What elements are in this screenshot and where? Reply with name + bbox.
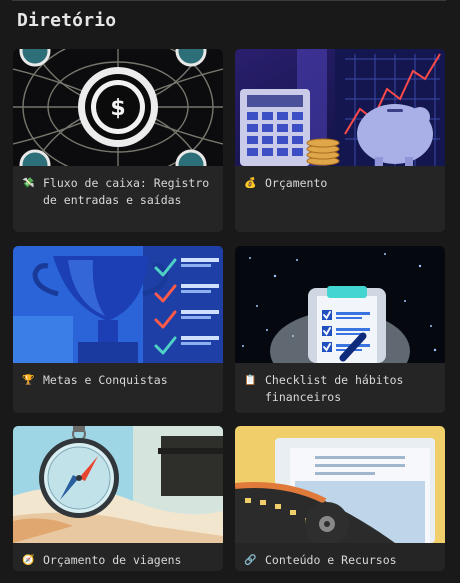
top-divider	[12, 0, 446, 1]
card-cover-image	[13, 246, 223, 363]
card-cover-image	[235, 246, 445, 363]
card-title: Fluxo de caixa: Registro de entradas e s…	[43, 176, 210, 207]
svg-text:$: $	[110, 96, 125, 121]
page-title: Diretório	[17, 10, 117, 31]
card-cover-image	[235, 426, 445, 543]
card-goals[interactable]: 🏆 Metas e Conquistas	[13, 246, 223, 413]
money-bag-icon: 💰	[244, 178, 257, 189]
card-budget[interactable]: 💰 Orçamento	[235, 49, 445, 232]
card-content-resources[interactable]: 🔗 Conteúdo e Recursos	[235, 426, 445, 571]
link-icon: 🔗	[244, 555, 257, 566]
card-cover-image: $	[13, 49, 223, 166]
clipboard-icon: 📋	[244, 375, 257, 386]
card-travel-budget[interactable]: 🧭 Orçamento de viagens	[13, 426, 223, 571]
card-cash-flow[interactable]: $ 💸 Fluxo de caixa: Registro de entradas…	[13, 49, 223, 232]
card-checklist[interactable]: 📋 Checklist de hábitos financeiros	[235, 246, 445, 413]
card-title: Orçamento de viagens	[43, 553, 182, 567]
card-title: Orçamento	[265, 176, 328, 190]
money-wings-icon: 💸	[22, 178, 35, 189]
card-cover-image	[13, 426, 223, 543]
card-cover-image	[235, 49, 445, 166]
compass-icon: 🧭	[22, 555, 35, 566]
card-title: Conteúdo e Recursos	[265, 553, 397, 567]
card-title: Checklist de hábitos financeiros	[265, 373, 404, 404]
trophy-icon: 🏆	[22, 375, 35, 386]
card-title: Metas e Conquistas	[43, 373, 168, 387]
